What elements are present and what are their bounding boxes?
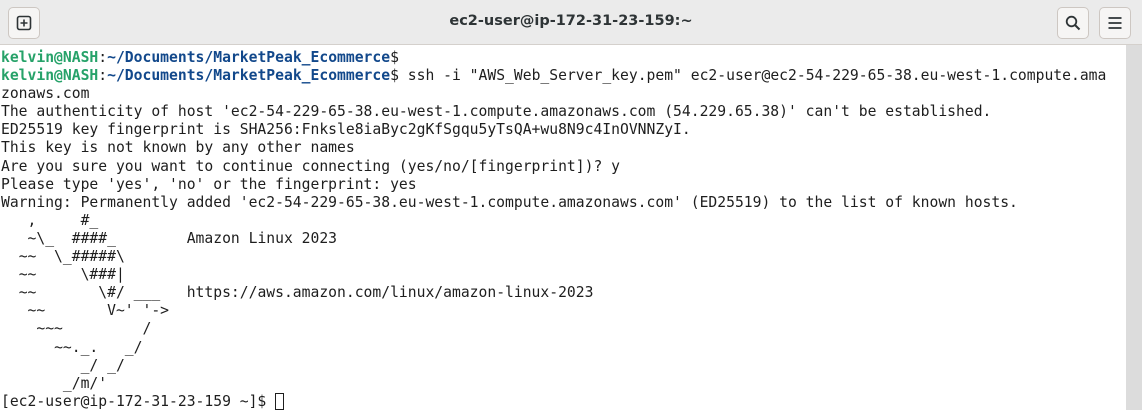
prompt-separator: :: [98, 67, 108, 85]
prompt-separator: :: [98, 49, 108, 66]
prompt-symbol: $: [390, 67, 399, 85]
title-bar: ec2-user@ip-172-31-23-159:~: [0, 0, 1142, 45]
output-line: ~~~ /: [1, 320, 152, 338]
prompt-path: ~/Documents/MarketPeak_Ecommerce: [107, 49, 391, 66]
output-line: ~~ \###|: [1, 266, 125, 284]
terminal-output[interactable]: kelvin@NASH:~/Documents/MarketPeak_Ecomm…: [0, 45, 1126, 410]
prompt-line: kelvin@NASH:~/Documents/MarketPeak_Ecomm…: [1, 49, 399, 66]
output-line: _/m/': [1, 374, 108, 392]
scrollbar[interactable]: [1126, 45, 1142, 410]
output-line: ~~._. _/: [1, 338, 143, 356]
output-line: The authenticity of host 'ec2-54-229-65-…: [1, 103, 992, 121]
hamburger-menu-icon: [1108, 17, 1122, 29]
prompt-user-host: kelvin@NASH: [1, 67, 99, 85]
search-icon: [1065, 15, 1081, 31]
prompt-user-host: kelvin@NASH: [1, 49, 99, 66]
search-button[interactable]: [1057, 7, 1089, 39]
output-line: _/ _/: [1, 356, 125, 374]
output-line: Warning: Permanently added 'ec2-54-229-6…: [1, 193, 1018, 211]
remote-prompt: [ec2-user@ip-172-31-23-159 ~]$: [1, 392, 276, 410]
menu-button[interactable]: [1099, 7, 1131, 39]
ssh-output: The authenticity of host 'ec2-54-229-65-…: [1, 103, 1018, 391]
output-line: ED25519 key fingerprint is SHA256:Fnksle…: [1, 121, 691, 139]
output-line: , #_: [1, 211, 99, 229]
prompt-line: kelvin@NASH:~/Documents/MarketPeak_Ecomm…: [1, 67, 1106, 102]
output-line: Are you sure you want to continue connec…: [1, 157, 620, 175]
output-line: ~~ \#/ ___ https://aws.amazon.com/linux/…: [1, 284, 594, 302]
output-line: ~\_ ####_ Amazon Linux 2023: [1, 229, 338, 247]
output-line: This key is not known by any other names: [1, 139, 355, 157]
output-line: Please type 'yes', 'no' or the fingerpri…: [1, 175, 417, 193]
prompt-path: ~/Documents/MarketPeak_Ecommerce: [107, 67, 391, 85]
prompt-symbol: $: [390, 49, 399, 66]
output-line: ~~ \_#####\: [1, 248, 125, 266]
terminal-cursor: [275, 392, 285, 410]
output-line: ~~ V~' '->: [1, 302, 170, 320]
window-title: ec2-user@ip-172-31-23-159:~: [449, 13, 693, 29]
